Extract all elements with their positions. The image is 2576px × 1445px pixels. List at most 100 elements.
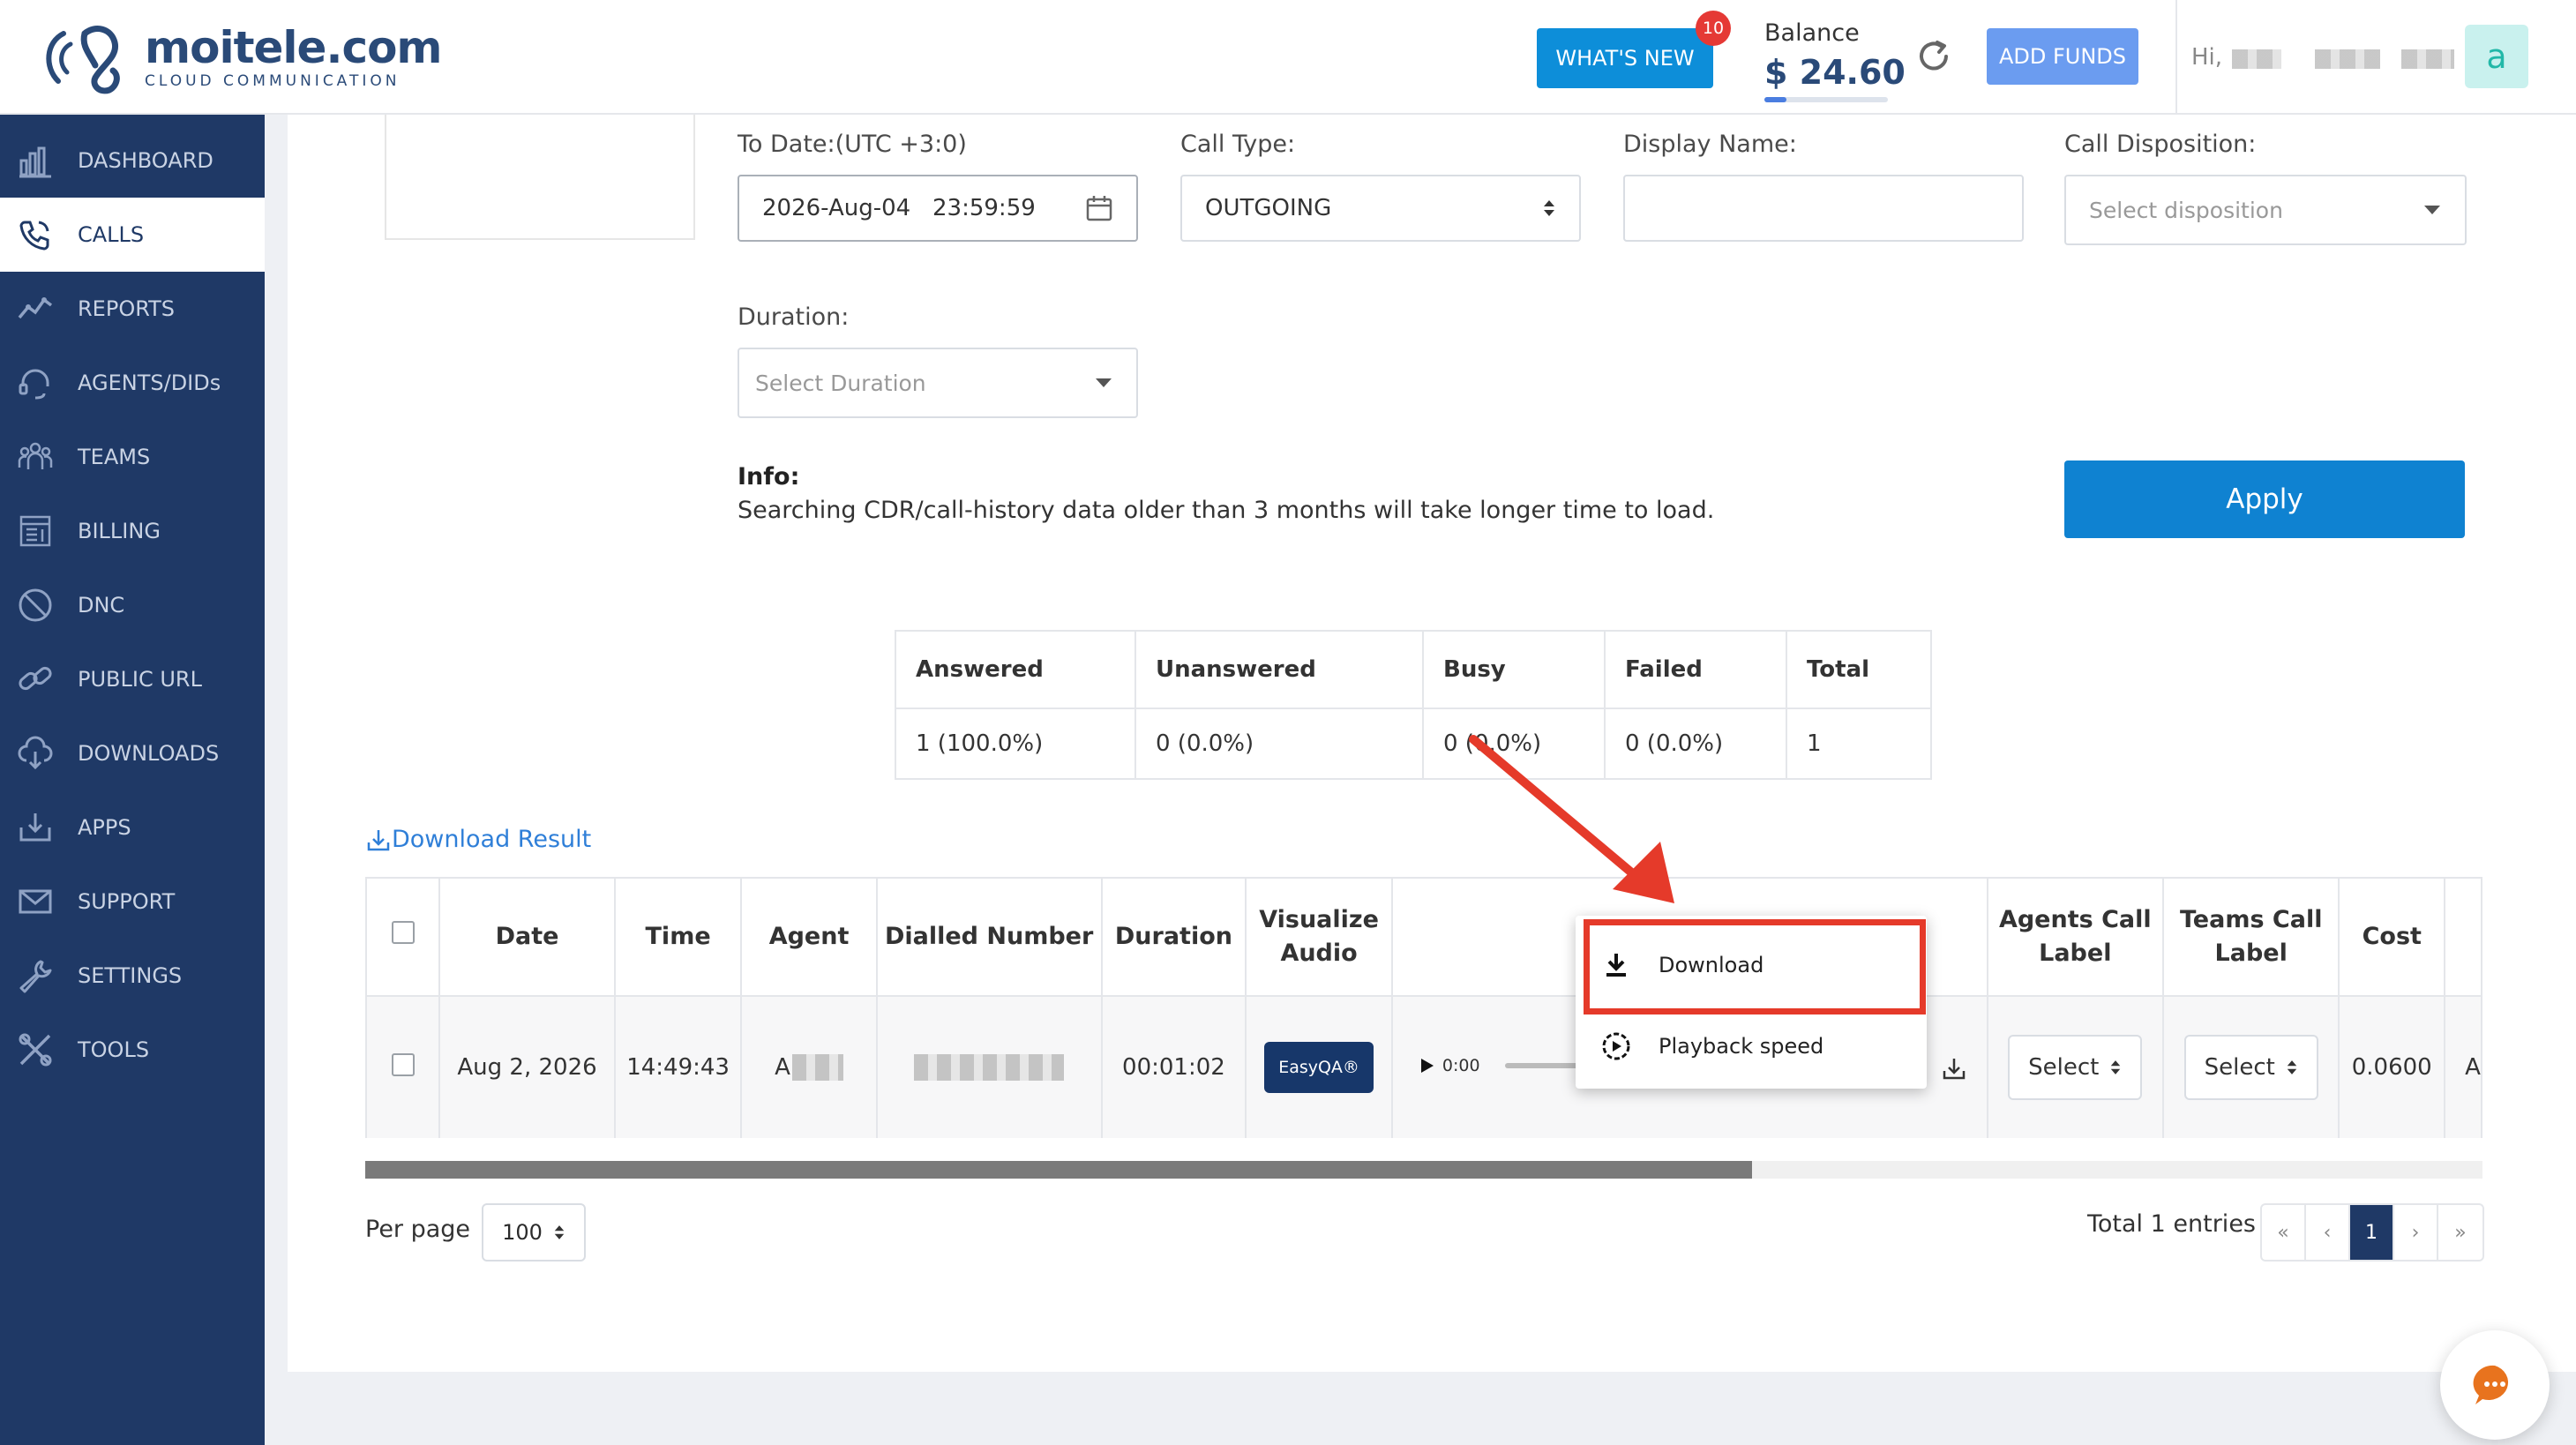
- call-summary-table: Answered Unanswered Busy Failed Total 1 …: [895, 630, 1932, 780]
- sidebar-item-calls[interactable]: CALLS: [0, 198, 265, 272]
- sort-arrows-icon: [2287, 1060, 2297, 1074]
- sidebar-item-downloads[interactable]: DOWNLOADS: [0, 716, 265, 790]
- cell-cost: 0.0600: [2338, 995, 2446, 1138]
- redacted-name: [2315, 49, 2380, 69]
- phone-icon: [16, 215, 55, 254]
- download-result-link[interactable]: Download Result: [365, 826, 591, 853]
- sidebar-item-billing[interactable]: BILLING: [0, 494, 265, 568]
- sidebar-item-label: CALLS: [78, 222, 145, 247]
- sidebar-item-label: AGENTS/DIDs: [78, 371, 221, 395]
- balance-bar: [1764, 97, 1888, 102]
- sidebar-item-label: REPORTS: [78, 296, 176, 321]
- column-header-agent[interactable]: Agent: [740, 877, 878, 997]
- display-name-input[interactable]: [1623, 175, 2024, 242]
- page-next[interactable]: ›: [2394, 1205, 2438, 1260]
- refresh-icon[interactable]: [1914, 37, 1953, 76]
- column-header-date[interactable]: Date: [438, 877, 616, 997]
- column-header-visualize-audio: Visualize Audio: [1245, 877, 1393, 997]
- sidebar-item-dnc[interactable]: DNC: [0, 568, 265, 642]
- column-header-duration[interactable]: Duration: [1100, 877, 1247, 997]
- sidebar-item-dashboard[interactable]: DASHBOARD: [0, 124, 265, 198]
- easyqa-button[interactable]: EasyQA®: [1264, 1042, 1374, 1093]
- table-row: Aug 2, 2026 14:49:43 A 00:01:02 EasyQA® …: [365, 995, 2482, 1138]
- whats-new-button[interactable]: WHAT'S NEW: [1537, 28, 1713, 88]
- menu-item-playback-speed[interactable]: Playback speed: [1576, 1011, 1927, 1082]
- to-date-field[interactable]: 2026-Aug-04 23:59:59: [738, 175, 1138, 242]
- page-last[interactable]: »: [2438, 1205, 2482, 1260]
- scrollbar-thumb[interactable]: [365, 1161, 1752, 1179]
- select-label: Select: [2204, 1054, 2275, 1081]
- duration-placeholder: Select Duration: [755, 370, 926, 396]
- duration-label: Duration:: [738, 303, 850, 331]
- play-icon[interactable]: [1419, 1057, 1435, 1074]
- total-entries: Total 1 entries: [2087, 1210, 2256, 1238]
- sidebar-item-settings[interactable]: SETTINGS: [0, 939, 265, 1013]
- annotation-highlight-box: [1584, 919, 1926, 1014]
- column-header-agents-call-label: Agents Call Label: [1986, 877, 2165, 997]
- agents-call-label-select[interactable]: Select: [2008, 1035, 2143, 1100]
- cell-teams-call-label: Select: [2161, 995, 2340, 1138]
- to-date-value: 2026-Aug-04 23:59:59: [762, 195, 1036, 221]
- sidebar-item-agents[interactable]: AGENTS/DIDs: [0, 346, 265, 420]
- calendar-icon[interactable]: [1085, 194, 1113, 222]
- summary-header: Busy: [1422, 630, 1606, 709]
- avatar[interactable]: a: [2465, 25, 2528, 88]
- tools-icon: [16, 1030, 55, 1069]
- page-1[interactable]: 1: [2350, 1205, 2394, 1260]
- column-header-cost[interactable]: Cost: [2338, 877, 2446, 997]
- cell-visualize-audio: EasyQA®: [1245, 995, 1393, 1138]
- summary-value: 1 (100.0%): [895, 708, 1136, 780]
- redacted-name: [2232, 49, 2281, 69]
- download-icon[interactable]: [1941, 1055, 1967, 1082]
- add-funds-button[interactable]: ADD FUNDS: [1987, 28, 2138, 85]
- page-prev[interactable]: ‹: [2306, 1205, 2350, 1260]
- audio-current-time: 0:00: [1442, 1056, 1480, 1075]
- sidebar-item-label: TEAMS: [78, 445, 151, 469]
- cell-overflow: A: [2444, 995, 2482, 1138]
- download-icon: [367, 829, 390, 850]
- call-type-select[interactable]: OUTGOING: [1180, 175, 1581, 242]
- sidebar-item-label: DASHBOARD: [78, 148, 213, 173]
- sidebar-item-label: SETTINGS: [78, 963, 183, 988]
- logo[interactable]: moitele.com CLOUD COMMUNICATION: [41, 19, 443, 95]
- column-header-time[interactable]: Time: [613, 877, 743, 997]
- tray-download-icon: [16, 808, 55, 847]
- summary-header: Unanswered: [1134, 630, 1424, 709]
- header-divider: [2175, 0, 2177, 115]
- sidebar: DASHBOARD CALLS REPORTS AGENTS/DIDs TEAM…: [0, 115, 265, 1445]
- teams-call-label-select[interactable]: Select: [2183, 1035, 2318, 1100]
- per-page-value: 100: [502, 1220, 543, 1245]
- sidebar-item-teams[interactable]: TEAMS: [0, 420, 265, 494]
- sort-arrows-icon: [1544, 200, 1554, 216]
- sidebar-item-public-url[interactable]: PUBLIC URL: [0, 642, 265, 716]
- chevron-down-icon: [1096, 378, 1112, 387]
- row-checkbox[interactable]: [391, 1052, 415, 1076]
- chat-icon: [2473, 1365, 2509, 1404]
- cell-agents-call-label: Select: [1986, 995, 2165, 1138]
- column-header-dialled-number[interactable]: Dialled Number: [875, 877, 1103, 997]
- cell-time: 14:49:43: [613, 995, 743, 1138]
- annotation-arrow: [1469, 735, 1674, 903]
- duration-select[interactable]: Select Duration: [738, 348, 1138, 418]
- page-first[interactable]: «: [2262, 1205, 2306, 1260]
- filter-side-box: [385, 115, 695, 240]
- per-page-select[interactable]: 100: [482, 1203, 586, 1262]
- cell-agent: A: [740, 995, 878, 1138]
- top-header: moitele.com CLOUD COMMUNICATION WHAT'S N…: [0, 0, 2576, 115]
- column-header-overflow: [2444, 877, 2482, 997]
- menu-item-label: Playback speed: [1659, 1034, 1824, 1059]
- sidebar-item-tools[interactable]: TOOLS: [0, 1013, 265, 1087]
- horizontal-scrollbar[interactable]: [365, 1161, 2482, 1179]
- apply-button[interactable]: Apply: [2064, 460, 2465, 538]
- sidebar-item-label: DOWNLOADS: [78, 741, 220, 766]
- call-disposition-select[interactable]: Select disposition: [2064, 175, 2467, 245]
- sidebar-item-label: TOOLS: [78, 1037, 150, 1062]
- link-icon: [16, 660, 55, 699]
- call-type-label: Call Type:: [1180, 131, 1296, 158]
- sidebar-item-reports[interactable]: REPORTS: [0, 272, 265, 346]
- select-all-checkbox[interactable]: [391, 921, 415, 944]
- chat-widget-button[interactable]: [2440, 1330, 2550, 1440]
- redacted-number: [914, 1054, 1065, 1082]
- sidebar-item-support[interactable]: SUPPORT: [0, 865, 265, 939]
- sidebar-item-apps[interactable]: APPS: [0, 790, 265, 865]
